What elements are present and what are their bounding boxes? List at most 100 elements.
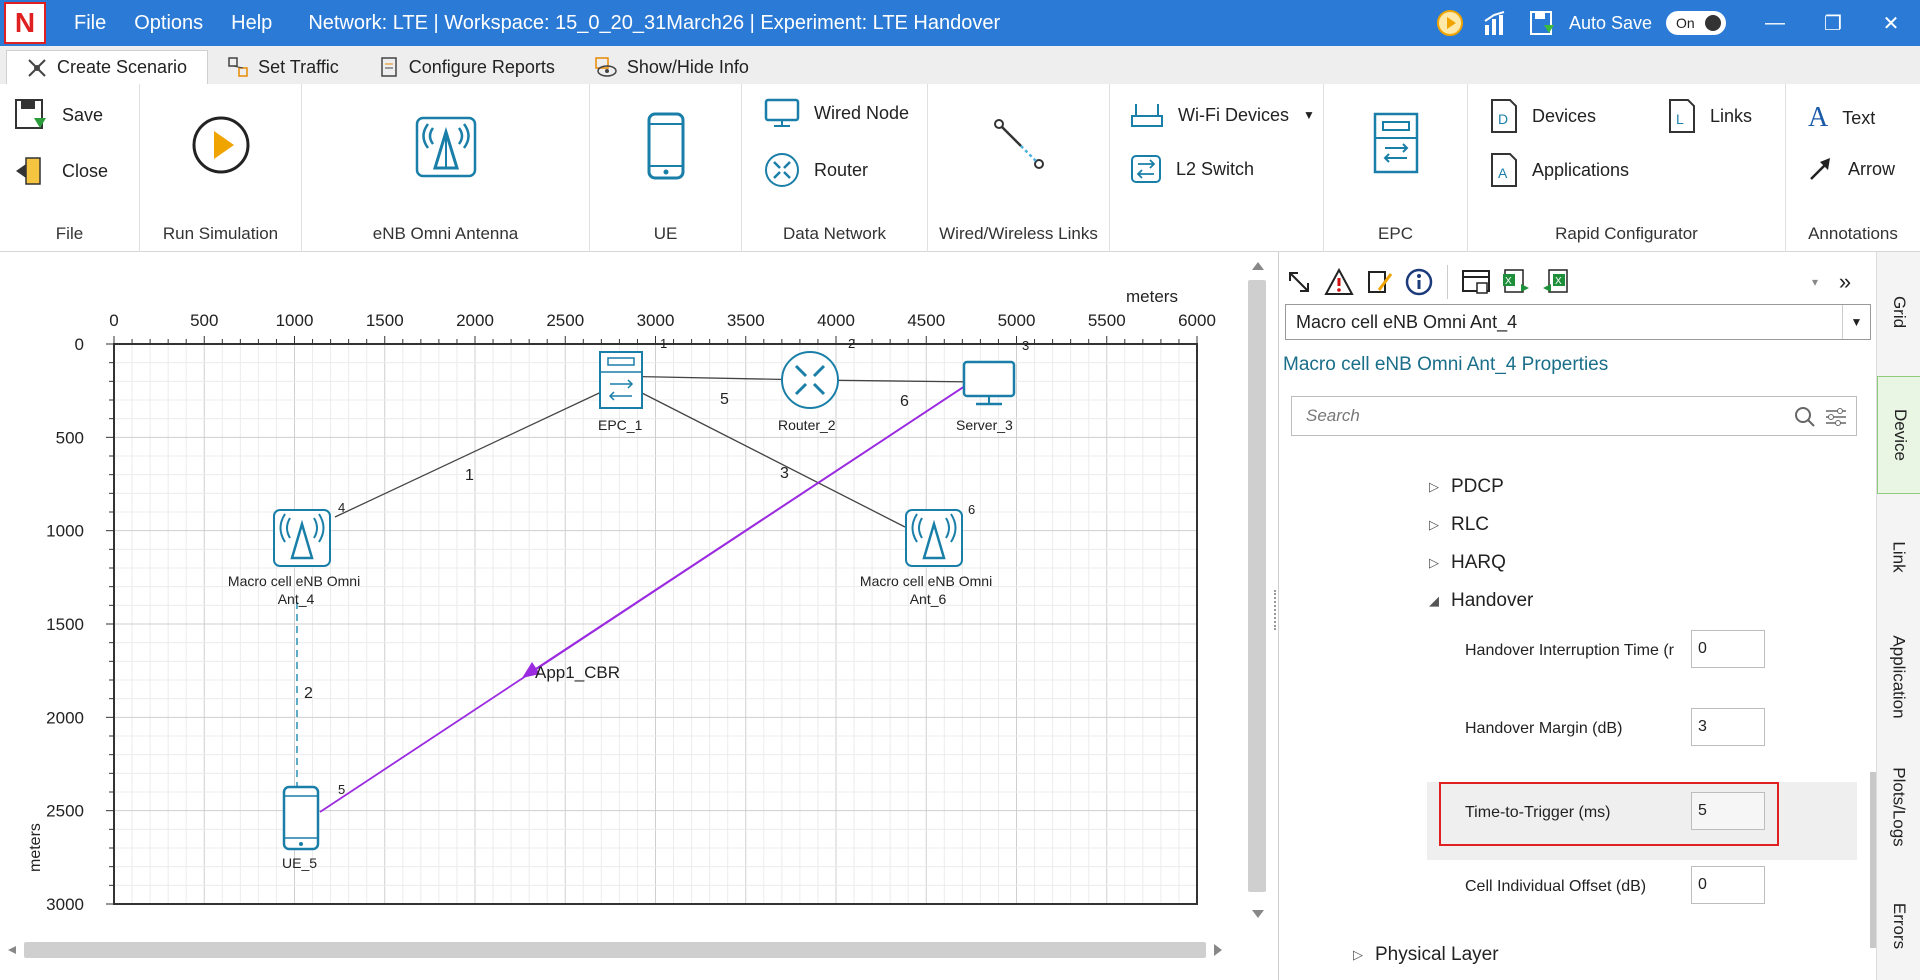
close-file-icon — [16, 157, 41, 185]
tree-item-pdcp[interactable]: ▷ PDCP — [1429, 476, 1504, 498]
canvas-horizontal-scrollbar[interactable] — [8, 942, 1222, 958]
epc-button[interactable]: EPC — [1324, 84, 1468, 252]
side-tab-errors[interactable]: Errors — [1877, 872, 1920, 980]
wired-node-button[interactable]: Wired Node — [764, 98, 909, 128]
x-unit-label: meters — [1126, 287, 1178, 306]
group-label: eNB Omni Antenna — [372, 224, 519, 243]
warning-icon[interactable] — [1319, 264, 1359, 300]
tab-show-hide-info[interactable]: Show/Hide Info — [575, 50, 769, 84]
y-tick-label: 3000 — [46, 895, 84, 914]
menu-file[interactable]: File — [74, 12, 106, 35]
side-tab-application[interactable]: Application — [1877, 612, 1920, 742]
y-tick-label: 1000 — [46, 522, 84, 541]
device-ue-5[interactable]: 5 UE_5 — [282, 782, 345, 871]
side-tab-device[interactable]: Device — [1877, 376, 1920, 494]
collapse-panel-icon[interactable]: » — [1825, 264, 1865, 300]
run-simulation-icon — [192, 116, 249, 174]
filter-settings-icon[interactable] — [1824, 406, 1848, 428]
chart-icon[interactable] — [1481, 8, 1511, 38]
router-button[interactable]: Router — [764, 152, 868, 188]
wifi-devices-button[interactable]: Wi-Fi Devices ▼ — [1130, 100, 1315, 130]
router-icon — [765, 153, 799, 187]
tree-item-rlc[interactable]: ▷ RLC — [1429, 514, 1489, 536]
l2-switch-button[interactable]: L2 Switch — [1130, 154, 1254, 184]
tree-item-harq[interactable]: ▷ HARQ — [1429, 552, 1506, 574]
link-1[interactable] — [334, 386, 613, 518]
arrow-annotation-button[interactable]: Arrow — [1808, 156, 1895, 182]
text-annotation-button[interactable]: A Text — [1808, 102, 1875, 134]
wired-node-label: Wired Node — [814, 102, 910, 123]
tree-label: Physical Layer — [1375, 944, 1499, 965]
edit-properties-icon[interactable] — [1359, 264, 1399, 300]
info-icon[interactable] — [1399, 264, 1439, 300]
tree-item-handover[interactable]: ◢ Handover — [1429, 590, 1533, 612]
run-icon[interactable] — [1435, 8, 1465, 38]
rapid-devices-button[interactable]: D Devices — [1490, 98, 1596, 134]
canvas-vertical-scrollbar[interactable] — [1248, 262, 1266, 918]
device-name-line: Macro cell eNB Omni — [228, 573, 360, 589]
link-label-1: 1 — [465, 467, 474, 484]
device-enb-4[interactable]: 4 Macro cell eNB Omni Ant_4 — [228, 500, 364, 607]
chevron-down-icon[interactable]: ▼ — [1842, 305, 1870, 339]
wired-wireless-links-button[interactable]: Wired/Wireless Links — [928, 84, 1110, 252]
group-label: Run Simulation — [162, 224, 279, 243]
menu-options[interactable]: Options — [134, 12, 203, 35]
enb-omni-antenna-button[interactable]: eNB Omni Antenna — [302, 84, 590, 252]
group-label: UE — [653, 224, 678, 243]
device-select[interactable]: Macro cell eNB Omni Ant_4 ▼ — [1285, 304, 1871, 340]
tab-configure-reports[interactable]: Configure Reports — [359, 50, 575, 84]
traffic-icon — [228, 57, 248, 77]
close-icon[interactable]: ✕ — [1862, 11, 1920, 36]
expand-icon[interactable] — [1279, 264, 1319, 300]
side-tab-label: Plots/Logs — [1890, 767, 1910, 847]
tree-item-physical-layer[interactable]: ▷ Physical Layer — [1353, 944, 1499, 966]
side-tab-link[interactable]: Link — [1877, 502, 1920, 612]
device-enb-6[interactable]: 6 Macro cell eNB Omni Ant_6 — [860, 502, 996, 607]
handover-interruption-input[interactable]: 0 — [1691, 630, 1765, 668]
tab-create-scenario[interactable]: Create Scenario — [6, 50, 209, 84]
svg-text:X: X — [1555, 276, 1562, 287]
restore-icon[interactable]: ❐ — [1804, 11, 1862, 36]
autosave-toggle[interactable]: On — [1666, 11, 1726, 35]
x-tick-label: 1500 — [366, 311, 404, 330]
search-icon[interactable] — [1794, 406, 1816, 428]
axis-ticks — [106, 336, 1198, 905]
app-label: App1_CBR — [535, 663, 620, 682]
run-simulation-button[interactable]: Run Simulation — [140, 84, 302, 252]
export-excel-icon[interactable]: X — [1496, 264, 1536, 300]
enb-antenna-icon — [415, 116, 476, 178]
cell-individual-offset-input[interactable]: 0 — [1691, 866, 1765, 904]
side-tab-plots-logs[interactable]: Plots/Logs — [1877, 742, 1920, 872]
search-input[interactable]: Search — [1291, 396, 1857, 436]
text-icon: A — [1808, 102, 1829, 133]
grid-svg: meters meters 0 500 1000 1500 2000 2500 3000 35… — [8, 262, 1266, 958]
tree-label: RLC — [1451, 514, 1490, 535]
app-flow-line-2[interactable] — [527, 383, 969, 675]
side-tab-grid[interactable]: Grid — [1877, 252, 1920, 372]
autosave-icon[interactable] — [1527, 8, 1557, 38]
link-3[interactable] — [639, 391, 906, 528]
ue-button[interactable]: UE — [590, 84, 742, 252]
x-tick-label: 4500 — [907, 311, 945, 330]
close-button[interactable]: Close — [14, 154, 108, 188]
links-doc-icon: L — [1669, 99, 1695, 133]
save-button[interactable]: Save — [14, 98, 103, 132]
x-tick-label: 2500 — [546, 311, 584, 330]
window-copy-icon[interactable] — [1456, 264, 1496, 300]
y-tick-label: 0 — [75, 335, 84, 354]
group-label: Wired/Wireless Links — [939, 224, 1098, 243]
svg-text:X: X — [1505, 276, 1512, 287]
import-excel-icon[interactable]: X — [1536, 264, 1576, 300]
rapid-applications-button[interactable]: A Applications — [1490, 152, 1629, 188]
device-id: 2 — [848, 336, 855, 351]
group-label: Annotations — [1808, 224, 1898, 243]
minimize-icon[interactable]: — — [1746, 12, 1804, 35]
autosave-label: Auto Save — [1568, 12, 1652, 33]
menu-help[interactable]: Help — [231, 12, 272, 35]
link-label-5: 5 — [720, 391, 729, 408]
network-canvas[interactable]: meters meters 0 500 1000 1500 2000 2500 3000 35… — [0, 252, 1276, 980]
rapid-links-button[interactable]: L Links — [1668, 98, 1752, 134]
tab-set-traffic[interactable]: Set Traffic — [208, 50, 359, 84]
x-tick-label: 2000 — [456, 311, 494, 330]
handover-margin-input[interactable]: 3 — [1691, 708, 1765, 746]
